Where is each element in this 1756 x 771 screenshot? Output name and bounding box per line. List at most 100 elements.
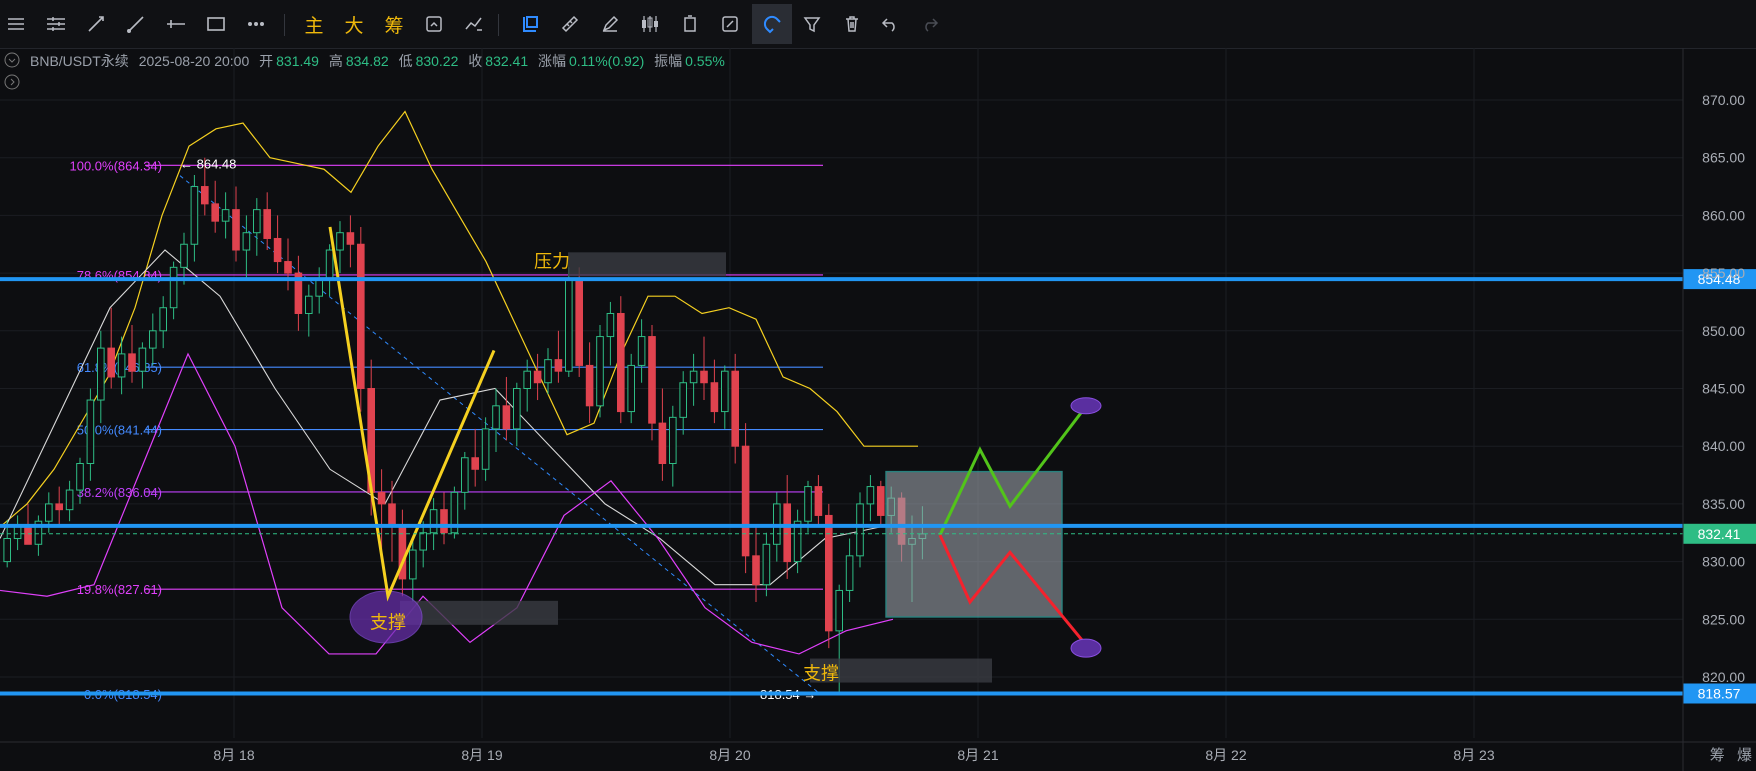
support-zone: [400, 600, 558, 625]
refresh-indicator-icon[interactable]: [418, 8, 450, 40]
open-label: 开: [259, 53, 274, 69]
candlestick-chart[interactable]: 100.0%(864.34)78.6%(854.84)61.8%(846.85)…: [0, 48, 1756, 771]
candle-body: [492, 405, 500, 430]
toolbar-divider: [498, 14, 499, 36]
ruler-icon[interactable]: [554, 8, 586, 40]
magnet-icon[interactable]: [752, 4, 792, 44]
candle-body: [138, 347, 147, 372]
x-tick-label: 8月 20: [709, 747, 750, 763]
pen-icon[interactable]: [594, 8, 626, 40]
candle-style-icon[interactable]: [634, 8, 666, 40]
candle-body: [221, 209, 230, 222]
candle-body: [721, 370, 729, 413]
y-tick-label: 840.00: [1702, 438, 1745, 454]
chips-tab[interactable]: 筹: [1710, 747, 1725, 764]
redo-icon[interactable]: [914, 8, 946, 40]
candle-body: [232, 209, 240, 251]
more-icon[interactable]: [240, 8, 272, 40]
candle-body: [741, 445, 750, 557]
candle-body: [700, 370, 708, 384]
candle-body: [284, 261, 292, 274]
candle-body: [689, 370, 698, 384]
candle-body: [346, 232, 355, 245]
candle-body: [648, 336, 656, 424]
big-order-button[interactable]: 大: [338, 8, 370, 40]
candle-body: [180, 243, 188, 268]
drawing-mode-icon[interactable]: [514, 8, 546, 40]
swap-indicator-icon[interactable]: [458, 8, 490, 40]
x-tick-label: 8月 22: [1205, 747, 1246, 763]
close-value: 832.41: [485, 53, 529, 69]
candle-body: [866, 486, 875, 505]
change-label: 涨幅: [538, 53, 566, 69]
candle-body: [804, 486, 812, 522]
liquidation-tab[interactable]: 爆: [1737, 747, 1752, 764]
high-label: 高: [328, 53, 343, 69]
rectangle-icon[interactable]: [200, 8, 232, 40]
fib-level-label: 100.0%(864.34): [69, 158, 162, 173]
expand-icon[interactable]: [4, 74, 20, 93]
candle-body: [783, 503, 792, 563]
candle-body: [575, 278, 584, 366]
candle-body: [86, 399, 95, 465]
horizontal-lines-icon[interactable]: [40, 8, 72, 40]
low-label: 低: [398, 53, 413, 69]
candle-body: [814, 486, 823, 516]
chips-button[interactable]: 筹: [378, 8, 410, 40]
candle-body: [76, 463, 84, 491]
x-tick-label: 8月 23: [1453, 747, 1494, 763]
y-tick-label: 835.00: [1702, 496, 1745, 512]
candle-body: [242, 232, 251, 251]
candle-body: [481, 428, 490, 470]
candle-body: [825, 514, 833, 632]
price-tag-label: 832.41: [1698, 526, 1741, 542]
change-value: 0.11%(0.92): [569, 53, 645, 69]
candle-body: [658, 422, 667, 465]
main-indicator-button[interactable]: 主: [298, 8, 330, 40]
target-marker: [1070, 638, 1102, 658]
candle-body: [65, 489, 74, 511]
trash-icon[interactable]: [836, 8, 868, 40]
yellow-wave: [328, 226, 496, 602]
candle-body: [752, 555, 760, 586]
ray-icon[interactable]: [120, 8, 152, 40]
candle-body: [419, 532, 427, 551]
candle-body: [201, 186, 209, 205]
candle-body: [637, 336, 646, 366]
candle-body: [710, 382, 719, 413]
trend-line-icon[interactable]: [80, 8, 112, 40]
drawing-toolbar: 主 大 筹: [0, 0, 1756, 49]
layout-icon[interactable]: [674, 8, 706, 40]
edit-icon[interactable]: [714, 8, 746, 40]
collapse-icon[interactable]: [4, 52, 20, 71]
candle-body: [835, 589, 844, 632]
candle-body: [845, 555, 854, 591]
amplitude-value: 0.55%: [685, 53, 725, 69]
candle-body: [305, 295, 313, 314]
y-tick-label: 820.00: [1702, 669, 1745, 685]
bottom-right-tools: 筹 爆: [1710, 744, 1752, 765]
target-marker: [1070, 397, 1102, 415]
y-tick-label: 855.00: [1702, 265, 1745, 281]
candle-body: [429, 509, 438, 534]
candle-body: [388, 503, 396, 528]
undo-icon[interactable]: [874, 8, 906, 40]
candle-body: [731, 370, 740, 447]
candle-body: [877, 486, 885, 516]
candle-body: [669, 416, 677, 465]
bollinger-upper: [0, 110, 918, 528]
horizontal-ray-icon[interactable]: [160, 8, 192, 40]
menu-icon[interactable]: [0, 8, 32, 40]
y-tick-label: 860.00: [1702, 207, 1745, 223]
candle-body: [3, 538, 11, 563]
candle-body: [606, 312, 615, 338]
candle-body: [502, 405, 511, 430]
candle-body: [253, 209, 261, 234]
filter-icon[interactable]: [796, 8, 828, 40]
candle-body: [585, 364, 594, 407]
resistance-zone: [568, 252, 726, 277]
candle-body: [554, 359, 563, 372]
candle-body: [149, 330, 157, 349]
x-tick-label: 8月 21: [957, 747, 998, 763]
datetime-label: 2025-08-20 20:00: [138, 53, 250, 69]
